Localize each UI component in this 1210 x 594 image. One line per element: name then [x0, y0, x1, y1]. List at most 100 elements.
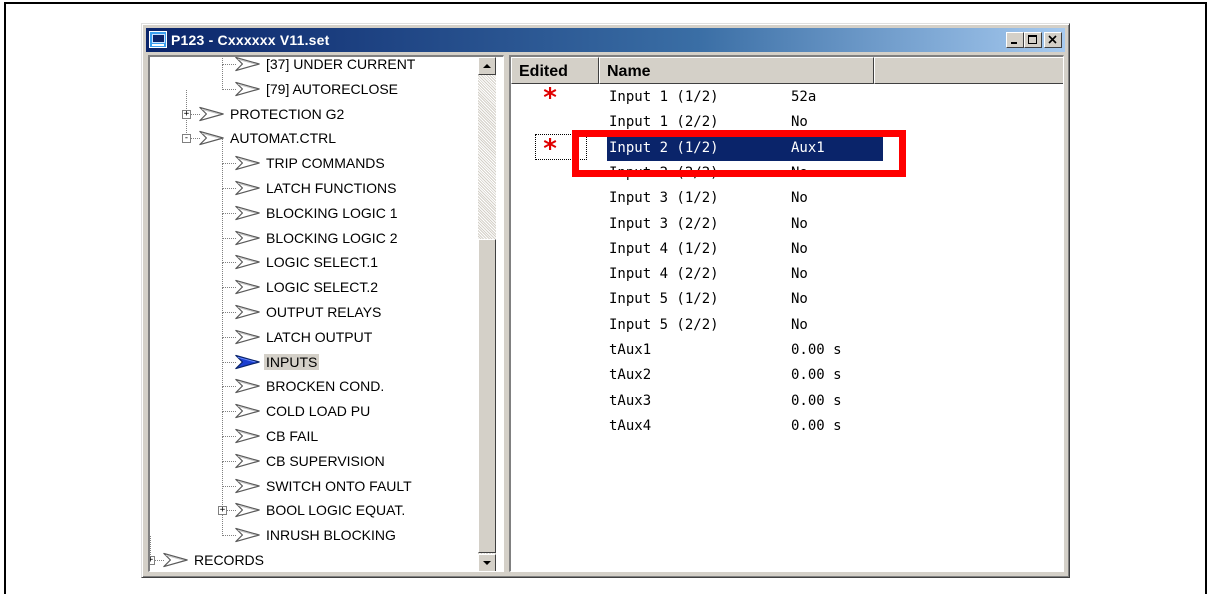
parameter-value: No — [791, 215, 808, 232]
parameter-name: Input 3 (2/2) — [609, 215, 719, 232]
chevron-gray-icon — [235, 304, 260, 320]
tree-item-label: BLOCKING LOGIC 2 — [266, 229, 398, 246]
chevron-gray-icon — [235, 57, 260, 72]
scroll-down-button[interactable] — [478, 554, 496, 571]
chevron-gray-icon — [235, 81, 260, 96]
chevron-gray-icon — [235, 528, 260, 543]
expand-icon[interactable]: + — [218, 506, 227, 516]
column-header-edited[interactable]: Edited — [511, 57, 599, 84]
column-header-name[interactable]: Name — [599, 57, 874, 84]
tree-item-label: BROCKEN COND. — [266, 378, 385, 395]
parameter-value: No — [791, 190, 808, 207]
tree-item[interactable]: CB SUPERVISION — [150, 436, 480, 474]
parameter-name: Input 4 (1/2) — [609, 240, 719, 257]
parameter-value: No — [791, 266, 808, 283]
maximize-icon — [1028, 35, 1037, 44]
chevron-gray-icon — [235, 503, 260, 518]
tree-item[interactable]: INRUSH BLOCKING — [150, 511, 480, 548]
expand-icon[interactable]: + — [150, 556, 155, 565]
parameter-value: No — [791, 114, 808, 131]
tree-item-label: PROTECTION G2 — [230, 105, 345, 122]
tree-item-label: SWITCH ONTO FAULT — [266, 477, 412, 494]
tree-item-label: LATCH OUTPUT — [266, 328, 373, 345]
tree-item[interactable]: INPUTS — [150, 337, 480, 375]
chevron-gray-icon — [235, 453, 260, 468]
tree-item[interactable]: BROCKEN COND. — [150, 362, 480, 399]
tree-item-label: [37] UNDER CURRENT — [266, 56, 416, 72]
parameter-name: Input 5 (2/2) — [609, 316, 719, 333]
chevron-gray-icon — [235, 379, 260, 394]
parameter-value: 0.00 s — [791, 417, 842, 434]
parameter-value: 0.00 s — [791, 367, 842, 384]
tree-item[interactable]: + RECORDS — [150, 536, 480, 571]
parameter-name: Input 1 (1/2) — [609, 89, 719, 105]
column-header-blank[interactable] — [874, 57, 1063, 84]
tree-item-label: [79] AUTORECLOSE — [266, 80, 399, 97]
parameter-value: No — [791, 316, 808, 333]
tree-scrollbar[interactable] — [478, 57, 496, 571]
parameter-value: 52a — [791, 89, 817, 105]
tree-item[interactable]: BLOCKING LOGIC 2 — [150, 213, 480, 251]
highlight-annotation — [572, 130, 906, 177]
chevron-gray-icon — [235, 404, 260, 419]
settings-window: P123 - Cxxxxxx V11.set + RECORDS INRUSH … — [141, 23, 1070, 578]
chevron-gray-icon — [199, 106, 224, 121]
chevron-gray-icon — [235, 280, 260, 295]
tree-item-label: INRUSH BLOCKING — [266, 527, 396, 544]
tree-item[interactable]: LOGIC SELECT.2 — [150, 263, 480, 300]
scroll-up-button[interactable] — [478, 57, 496, 75]
parameter-value: 0.00 s — [791, 342, 842, 358]
tree-item-label: OUTPUT RELAYS — [266, 304, 382, 320]
tree-item-label: LOGIC SELECT.2 — [266, 279, 379, 296]
parameter-name: tAux3 — [609, 392, 652, 409]
scroll-thumb[interactable] — [478, 239, 496, 553]
tree-item[interactable]: [79] AUTORECLOSE — [150, 64, 480, 102]
tree-item[interactable]: OUTPUT RELAYS — [150, 288, 480, 325]
minimize-button[interactable] — [1006, 32, 1024, 48]
tree-item-label: BOOL LOGIC EQUAT. — [266, 502, 406, 519]
tree-item[interactable]: + PROTECTION G2 — [150, 89, 480, 127]
tree-item[interactable]: CB FAIL — [150, 412, 480, 449]
parameter-name: tAux1 — [609, 342, 652, 358]
chevron-gray-icon — [235, 428, 260, 444]
chevron-gray-icon — [235, 230, 260, 245]
chevron-gray-icon — [235, 156, 260, 171]
tree-item-label: CB FAIL — [266, 428, 319, 444]
tree-item-label: COLD LOAD PU — [266, 403, 371, 420]
tree-item[interactable]: LATCH FUNCTIONS — [150, 164, 480, 201]
parameter-value: 0.00 s — [791, 392, 842, 409]
minimize-icon — [1011, 42, 1017, 44]
arrow-up-icon — [483, 64, 491, 68]
tree-connector — [222, 57, 223, 65]
chevron-gray-icon — [235, 255, 260, 270]
tree-item[interactable]: BLOCKING LOGIC 1 — [150, 188, 480, 226]
collapse-icon[interactable]: - — [182, 134, 191, 144]
tree-item[interactable]: SWITCH ONTO FAULT — [150, 461, 480, 499]
close-button[interactable] — [1044, 32, 1062, 48]
parameter-name: Input 4 (2/2) — [609, 266, 719, 283]
tree-item-label: LOGIC SELECT.1 — [266, 254, 379, 271]
tree-item[interactable]: + BOOL LOGIC EQUAT. — [150, 486, 480, 523]
maximize-button[interactable] — [1024, 32, 1042, 48]
tree-item[interactable]: LOGIC SELECT.1 — [150, 238, 480, 275]
tree-item[interactable]: COLD LOAD PU — [150, 387, 480, 424]
tree-item[interactable]: TRIP COMMANDS — [150, 139, 480, 176]
chevron-gray-icon — [235, 205, 260, 220]
tree-item[interactable]: - AUTOMAT.CTRL — [150, 114, 480, 151]
parameter-name: tAux4 — [609, 417, 652, 434]
title-bar[interactable]: P123 - Cxxxxxx V11.set — [146, 28, 1065, 52]
tree-item-label: INPUTS — [264, 353, 320, 370]
tree-item-label: RECORDS — [194, 552, 265, 568]
chevron-gray-icon — [235, 329, 260, 344]
tree-item[interactable]: [37] UNDER CURRENT — [150, 56, 480, 77]
tree-item[interactable]: LATCH OUTPUT — [150, 312, 480, 350]
tree-item-label: LATCH FUNCTIONS — [266, 180, 397, 196]
chevron-gray-icon — [199, 131, 224, 146]
tree-item-label: AUTOMAT.CTRL — [230, 130, 337, 147]
expand-icon[interactable]: + — [182, 109, 191, 119]
chevron-gray-icon — [235, 478, 260, 493]
parameter-name: Input 1 (2/2) — [609, 114, 719, 131]
edited-star-icon: * — [543, 83, 557, 113]
close-icon — [1048, 35, 1057, 44]
chevron-blue-icon — [235, 354, 260, 369]
